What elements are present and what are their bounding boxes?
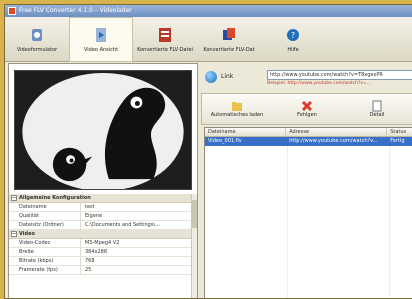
property-key: Framerate (fps): [9, 266, 81, 274]
url-label: Link: [221, 73, 234, 80]
column-header[interactable]: Dateiname: [205, 128, 287, 136]
detail-button[interactable]: Detail: [342, 94, 412, 124]
property-key: Dateisitz (Ordner): [9, 221, 81, 229]
scrollbar-thumb[interactable]: [192, 200, 197, 228]
folder-icon: [232, 102, 242, 111]
remove-button[interactable]: Fehlgen: [272, 94, 342, 124]
property-key: Dateiname: [9, 203, 81, 211]
property-grid: − Allgemeine Konfiguration Dateiname tes…: [9, 194, 197, 298]
download-toolbar: Automatisches laden Fehlgen Detail: [201, 93, 412, 125]
convert2-icon: [223, 27, 235, 40]
collapse-icon[interactable]: −: [11, 195, 17, 201]
list-grid: [205, 146, 412, 298]
column-header[interactable]: Status: [387, 128, 412, 136]
window-title: Free FLV Converter 4.1.0 – Videolader: [19, 7, 132, 14]
app-window: Free FLV Converter 4.1.0 – Videolader Vi…: [4, 4, 412, 299]
property-key: Video-Codec: [9, 239, 81, 247]
property-row[interactable]: Framerate (fps) 25: [9, 266, 197, 275]
help-icon: ?: [287, 28, 299, 41]
toolbar-label: Video Ansicht: [83, 46, 119, 53]
remove-label: Fehlgen: [297, 112, 317, 118]
property-key: Breite: [9, 248, 81, 256]
preview-pane: − Allgemeine Konfiguration Dateiname tes…: [8, 63, 198, 298]
column-header[interactable]: Adresse: [286, 128, 388, 136]
konvertierte-flv2-button[interactable]: Konvertierte FLV-Dat: [197, 17, 261, 62]
video-ansicht-button[interactable]: Video Ansicht: [69, 17, 133, 62]
property-value[interactable]: C:\Documents and Settings\...: [81, 221, 197, 229]
gear-icon: [32, 28, 42, 41]
property-value[interactable]: 768: [81, 257, 197, 265]
table-row[interactable]: Video_001.flv http://www.youtube.com/wat…: [205, 137, 412, 146]
delete-icon: [301, 100, 313, 112]
list-header: Dateiname Adresse Status: [205, 128, 412, 137]
download-list: Dateiname Adresse Status Video_001.flv h…: [204, 127, 412, 298]
property-row[interactable]: Qualität Eigene: [9, 212, 197, 221]
convert-icon: [159, 27, 171, 42]
property-key: Qualität: [9, 212, 81, 220]
globe-icon: [205, 71, 217, 83]
konvertierte-flv-button[interactable]: Konvertierte FLV-Datei: [133, 17, 197, 62]
property-row[interactable]: Breite 384x288: [9, 248, 197, 257]
detail-label: Detail: [369, 112, 385, 118]
vertical-scrollbar[interactable]: [191, 194, 197, 298]
cell-status: Fertig: [390, 138, 405, 144]
property-row[interactable]: Dateiname test: [9, 203, 197, 212]
toolbar-label: Konvertierte FLV-Datei: [137, 46, 193, 53]
group-header[interactable]: − Video: [9, 230, 197, 239]
help-button[interactable]: ? Hilfe: [261, 17, 325, 62]
collapse-icon[interactable]: −: [11, 231, 17, 237]
property-value[interactable]: 384x288: [81, 248, 197, 256]
main-toolbar: Videoformulator Video Ansicht Konvertier…: [5, 17, 412, 62]
group-header[interactable]: − Allgemeine Konfiguration: [9, 194, 197, 203]
download-pane: Link http://www.youtube.com/watch?v=T8xg…: [201, 63, 412, 298]
toolbar-label: Videoformulator: [16, 46, 58, 53]
grid-divider: [287, 146, 288, 298]
document-icon: [372, 100, 382, 112]
property-key: Bitrate (kbps): [9, 257, 81, 265]
toolbar-label: Konvertierte FLV-Dat: [203, 46, 255, 53]
property-value[interactable]: test: [81, 203, 197, 211]
cell-filename: Video_001.flv: [208, 138, 242, 144]
video-icon: [96, 27, 106, 42]
url-input[interactable]: http://www.youtube.com/watch?v=T8xgexPR: [267, 70, 412, 80]
property-value[interactable]: 25: [81, 266, 197, 274]
url-hint: Beispiel: http://www.youtube.com/watch?v…: [267, 81, 372, 86]
toolbar-label: Hilfe: [287, 46, 299, 53]
property-row[interactable]: Video-Codec MS-Mpeg4 V2: [9, 239, 197, 248]
cell-address: http://www.youtube.com/watch?v...: [289, 138, 378, 144]
auto-load-button[interactable]: Automatisches laden: [202, 94, 272, 124]
videoformulator-button[interactable]: Videoformulator: [5, 17, 69, 62]
grid-divider: [389, 146, 390, 298]
property-row[interactable]: Bitrate (kbps) 768: [9, 257, 197, 266]
app-icon: [8, 7, 16, 15]
auto-load-label: Automatisches laden: [210, 112, 264, 118]
property-row[interactable]: Dateisitz (Ordner) C:\Documents and Sett…: [9, 221, 197, 230]
url-row: Link http://www.youtube.com/watch?v=T8xg…: [201, 69, 412, 91]
property-value[interactable]: MS-Mpeg4 V2: [81, 239, 197, 247]
group-title: Video: [19, 231, 35, 237]
video-preview[interactable]: [14, 70, 192, 190]
group-title: Allgemeine Konfiguration: [19, 195, 91, 201]
svg-text:?: ?: [291, 31, 295, 40]
title-bar: Free FLV Converter 4.1.0 – Videolader: [5, 5, 412, 17]
property-value[interactable]: Eigene: [81, 212, 197, 220]
